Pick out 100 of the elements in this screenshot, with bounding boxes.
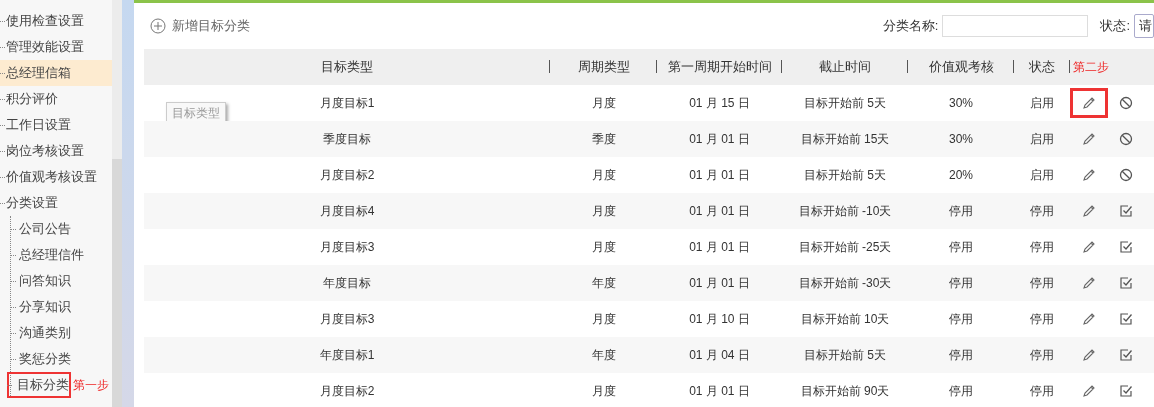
column-header: 目标类型 <box>321 59 373 74</box>
table-cell: 年度目标 <box>323 275 371 290</box>
edit-icon[interactable] <box>1081 95 1097 111</box>
edit-icon[interactable] <box>1081 311 1097 327</box>
table-cell: 停用 <box>949 311 973 326</box>
table-cell: 停用 <box>949 275 973 290</box>
table-cell: 停用 <box>1030 275 1054 290</box>
column-header: 截止时间 <box>819 59 871 74</box>
add-button[interactable]: 新增目标分类 <box>144 17 250 35</box>
table-cell: 01 月 01 日 <box>689 239 750 254</box>
sidebar-item[interactable]: 分享知识 <box>11 294 71 320</box>
table-cell: 目标开始前 -25天 <box>798 239 892 254</box>
disable-icon[interactable] <box>1118 95 1134 111</box>
step-note: 第二步 <box>1073 59 1109 74</box>
table-cell: 30% <box>949 96 973 110</box>
table-cell: 20% <box>949 168 973 182</box>
table-cell: 目标开始前 5天 <box>804 167 886 182</box>
step-note: 第一步 <box>73 376 109 394</box>
enable-icon[interactable] <box>1118 347 1134 363</box>
table-cell: 01 月 10 日 <box>689 311 750 326</box>
table-cell: 季度目标 <box>323 131 371 146</box>
sidebar-item[interactable]: 积分评价 <box>0 86 58 112</box>
table-cell: 停用 <box>949 383 973 398</box>
sidebar-item[interactable]: 问答知识 <box>11 268 71 294</box>
sidebar-item[interactable]: 使用检查设置 <box>0 8 84 34</box>
table-cell: 季度 <box>591 131 616 146</box>
table-cell: 01 月 01 日 <box>689 275 750 290</box>
table-cell: 01 月 01 日 <box>689 383 750 398</box>
table-cell: 停用 <box>949 203 973 218</box>
table-cell: 月度 <box>591 95 616 110</box>
edit-button[interactable] <box>1070 88 1108 118</box>
sidebar-item[interactable]: 沟通类别 <box>11 320 71 346</box>
table-cell: 月度 <box>591 203 616 218</box>
scrollbar-thumb[interactable] <box>112 159 122 407</box>
edit-icon[interactable] <box>1081 131 1097 147</box>
table-cell: 目标开始前 -10天 <box>798 203 892 218</box>
table-cell: 月度 <box>591 167 616 182</box>
table-cell: 目标开始前 15天 <box>800 131 890 146</box>
column-header: 周期类型 <box>577 59 630 74</box>
table-cell: 年度 <box>591 275 616 290</box>
sidebar-item[interactable]: 总经理信箱 <box>0 60 112 86</box>
table-cell: 目标开始前 90天 <box>800 383 890 398</box>
enable-icon[interactable] <box>1118 275 1134 291</box>
status-select[interactable]: 请 <box>1134 14 1154 38</box>
edit-icon[interactable] <box>1081 167 1097 183</box>
table-cell: 01 月 01 日 <box>689 167 750 182</box>
enable-icon[interactable] <box>1118 239 1134 255</box>
enable-icon[interactable] <box>1118 311 1134 327</box>
sidebar-item[interactable]: 奖惩分类 <box>11 346 71 372</box>
sidebar-item[interactable]: 价值观考核设置 <box>0 164 97 190</box>
table-cell: 01 月 01 日 <box>689 203 750 218</box>
table-cell: 停用 <box>949 239 973 254</box>
edit-icon[interactable] <box>1081 203 1097 219</box>
table-cell: 月度目标2 <box>319 383 375 398</box>
table-cell: 目标开始前 -30天 <box>798 275 892 290</box>
enable-icon[interactable] <box>1118 383 1134 399</box>
filter-label: 状态: <box>1100 17 1130 35</box>
sidebar-item[interactable]: 分类设置 <box>0 190 58 216</box>
table-cell: 01 月 01 日 <box>689 131 750 146</box>
scrollbar[interactable] <box>112 0 122 407</box>
column-header: 状态 <box>1029 59 1055 74</box>
table-cell: 月度目标2 <box>319 167 375 182</box>
table-cell: 月度 <box>591 383 616 398</box>
table-cell: 目标开始前 5天 <box>804 95 886 110</box>
table-cell: 启用 <box>1030 167 1054 182</box>
table-cell: 年度 <box>591 347 616 362</box>
table-cell: 01 月 15 日 <box>689 95 750 110</box>
edit-icon[interactable] <box>1081 383 1097 399</box>
table-cell: 目标开始前 5天 <box>804 347 886 362</box>
disable-icon[interactable] <box>1118 167 1134 183</box>
table-cell: 30% <box>949 132 973 146</box>
table-cell: 启用 <box>1030 95 1054 110</box>
table-cell: 停用 <box>1030 383 1054 398</box>
table-cell: 启用 <box>1030 131 1054 146</box>
sidebar-item[interactable]: 岗位考核设置 <box>0 138 84 164</box>
edit-icon[interactable] <box>1081 347 1097 363</box>
table-cell: 停用 <box>1030 311 1054 326</box>
table-cell: 目标开始前 10天 <box>800 311 890 326</box>
table-cell: 月度目标4 <box>319 203 375 218</box>
edit-icon[interactable] <box>1081 239 1097 255</box>
table-cell: 停用 <box>1030 203 1054 218</box>
name-field[interactable] <box>942 15 1089 37</box>
table-cell: 停用 <box>1030 239 1054 254</box>
table-cell: 停用 <box>949 347 973 362</box>
sidebar-item[interactable]: 总经理信件 <box>11 242 84 268</box>
sidebar-item[interactable]: 管理效能设置 <box>0 34 84 60</box>
table-cell: 月度目标3 <box>319 311 375 326</box>
sidebar-item[interactable]: 公司公告 <box>11 216 71 242</box>
column-header: 价值观考核 <box>928 59 994 74</box>
sidebar-item[interactable]: 工作日设置 <box>0 112 71 138</box>
table-cell: 年度目标1 <box>319 347 375 362</box>
add-icon[interactable] <box>150 18 166 34</box>
enable-icon[interactable] <box>1118 203 1134 219</box>
sidebar-item[interactable]: 目标分类 <box>7 372 71 398</box>
table-cell: 月度目标1 <box>319 95 375 110</box>
edit-icon[interactable] <box>1081 275 1097 291</box>
table-cell: 停用 <box>1030 347 1054 362</box>
disable-icon[interactable] <box>1118 131 1134 147</box>
filter-label: 分类名称: <box>882 17 939 35</box>
table-cell: 月度目标3 <box>319 239 375 254</box>
